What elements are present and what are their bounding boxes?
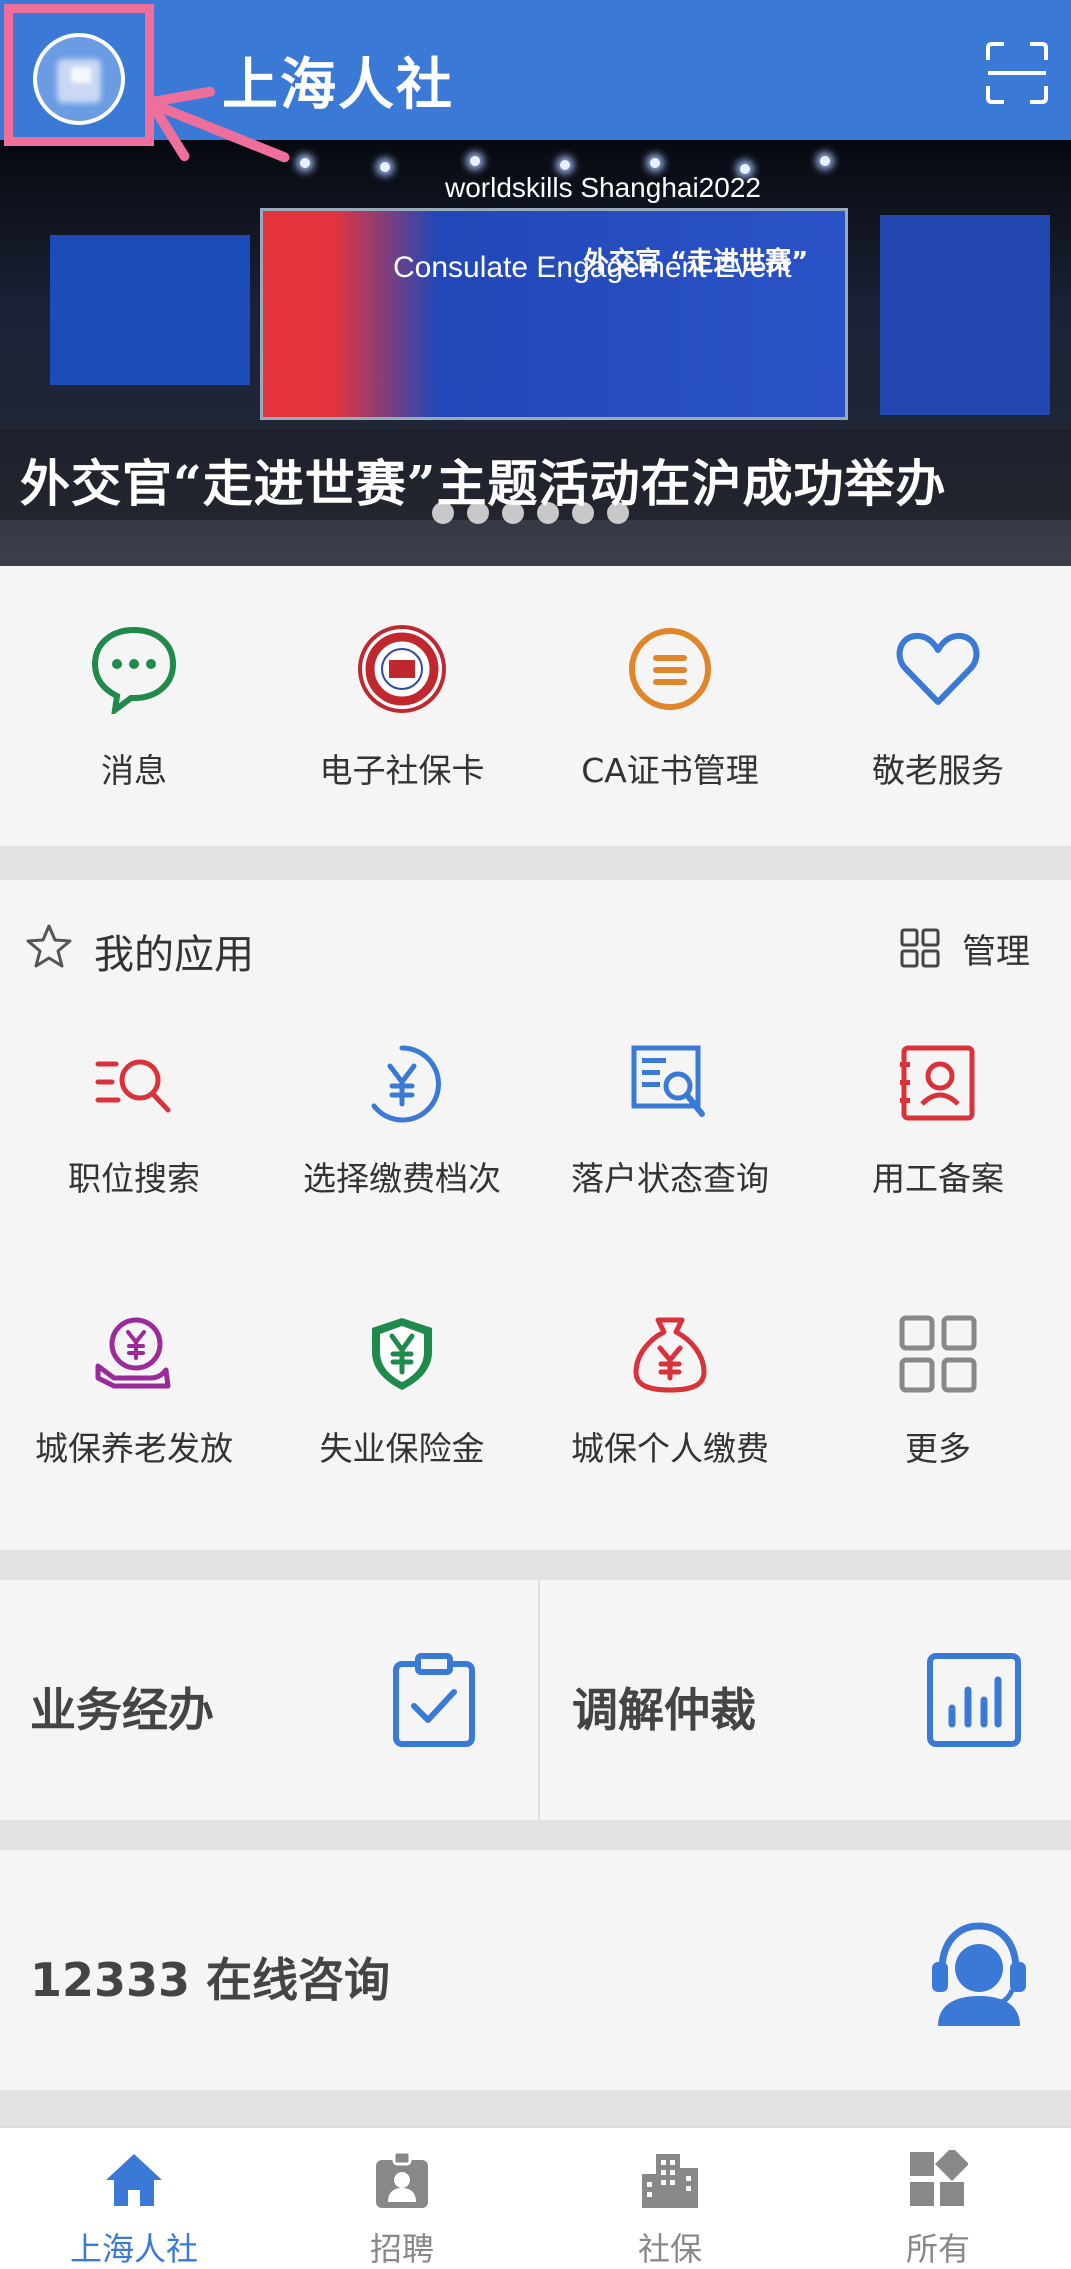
page-title: 上海人社 [222, 53, 454, 118]
scan-icon[interactable] [986, 42, 1048, 104]
carousel-dot[interactable] [572, 502, 594, 524]
all-apps-icon [910, 2150, 968, 2206]
app-payment-level[interactable]: 选择缴费档次 [268, 1044, 536, 1314]
section-divider [0, 1820, 1071, 1850]
employee-record-icon [900, 1045, 975, 1121]
mediation-label: 调解仲裁 [572, 1683, 756, 1737]
headset-agent-icon [932, 1922, 1026, 2026]
quick-item-elderly[interactable]: 敬老服务 [804, 566, 1071, 846]
carousel-dot[interactable] [432, 502, 454, 524]
carousel-dot[interactable] [502, 502, 524, 524]
nav-label: 招聘 [369, 2230, 434, 2268]
nav-label: 上海人社 [69, 2230, 198, 2268]
worldskills-logo: worldskills Shanghai2022 [445, 172, 761, 203]
quick-item-label: 电子社保卡 [319, 751, 485, 790]
app-header: 上海人社 [0, 0, 1071, 164]
home-icon [106, 2154, 162, 2206]
app-label: 城保养老发放 [35, 1429, 233, 1468]
section-divider [0, 846, 1071, 880]
bottom-navigation: 上海人社 招聘 社保 所有 [0, 2126, 1071, 2269]
business-handling-label: 业务经办 [30, 1683, 214, 1737]
news-banner[interactable]: worldskills Shanghai2022 Consulate Engag… [0, 140, 1071, 566]
badge-icon [376, 2150, 428, 2208]
app-household-status[interactable]: 落户状态查询 [536, 1044, 804, 1314]
app-label: 用工备案 [872, 1159, 1004, 1198]
section-divider [0, 1550, 1071, 1580]
app-label: 选择缴费档次 [303, 1159, 501, 1198]
quick-item-social-card[interactable]: 电子社保卡 [268, 566, 536, 846]
job-search-icon [95, 1059, 171, 1113]
building-icon [642, 2154, 698, 2208]
shield-yuan-icon [372, 1318, 432, 1390]
online-consult-label: 12333 在线咨询 [30, 1953, 391, 2007]
quick-item-label: CA证书管理 [581, 751, 759, 790]
app-more[interactable]: 更多 [804, 1314, 1071, 1584]
app-label: 失业保险金 [319, 1429, 485, 1468]
section-divider [0, 2090, 1071, 2126]
carousel-dot[interactable] [537, 502, 559, 524]
star-icon [26, 924, 72, 968]
quick-actions: 消息 电子社保卡 CA证书管理 敬老服务 [0, 566, 1071, 846]
app-label: 落户状态查询 [571, 1159, 769, 1198]
app-label: 城保个人缴费 [571, 1429, 769, 1468]
app-employment-record[interactable]: 用工备案 [804, 1044, 1071, 1314]
doc-search-icon [631, 1045, 705, 1117]
business-section: 业务经办 调解仲裁 [0, 1580, 1071, 1820]
manage-button[interactable]: 管理 [962, 924, 1030, 973]
heart-icon [896, 632, 980, 705]
manage-grid-icon[interactable] [900, 928, 940, 968]
message-icon [91, 626, 177, 714]
pension-hand-icon [95, 1317, 171, 1389]
quick-item-ca-cert[interactable]: CA证书管理 [536, 566, 804, 846]
app-job-search[interactable]: 职位搜索 [0, 1044, 268, 1314]
bar-chart-icon [927, 1653, 1021, 1747]
app-pension-payout[interactable]: 城保养老发放 [0, 1314, 268, 1584]
nav-item-all[interactable]: 所有 [804, 2128, 1071, 2269]
carousel-dot[interactable] [607, 502, 629, 524]
yuan-circle-icon [371, 1045, 441, 1123]
certificate-icon [629, 628, 711, 710]
nav-item-recruit[interactable]: 招聘 [268, 2128, 536, 2269]
money-bag-icon [633, 1317, 707, 1393]
grid-more-icon [899, 1315, 977, 1393]
mediation-card[interactable]: 调解仲裁 [540, 1580, 1071, 1820]
my-apps-title: 我的应用 [94, 932, 254, 978]
avatar-icon[interactable] [33, 33, 125, 125]
nav-label: 所有 [905, 2230, 970, 2268]
carousel-indicator[interactable] [432, 502, 629, 524]
stage-screen: Consulate Engagement Event 外交官 “走进世赛” [260, 208, 848, 420]
app-unemployment[interactable]: 失业保险金 [268, 1314, 536, 1584]
nav-item-home[interactable]: 上海人社 [0, 2128, 268, 2269]
avatar-highlight-box [4, 4, 154, 146]
carousel-dot[interactable] [467, 502, 489, 524]
online-consult-card[interactable]: 12333 在线咨询 [0, 1850, 1071, 2090]
nav-label: 社保 [637, 2230, 702, 2268]
clipboard-check-icon [393, 1653, 475, 1747]
app-personal-payment[interactable]: 城保个人缴费 [536, 1314, 804, 1584]
quick-item-label: 消息 [101, 751, 167, 790]
app-label: 职位搜索 [68, 1159, 200, 1198]
my-apps-section: 我的应用 管理 职位搜索 选择缴费档次 落户状态查询 用工备案 城保养老发放 失… [0, 880, 1071, 1550]
social-security-card-icon [358, 625, 446, 713]
quick-item-label: 敬老服务 [872, 751, 1004, 790]
nav-item-social-security[interactable]: 社保 [536, 2128, 804, 2269]
app-label: 更多 [905, 1429, 971, 1468]
business-handling-card[interactable]: 业务经办 [0, 1580, 538, 1820]
quick-item-message[interactable]: 消息 [0, 566, 268, 846]
